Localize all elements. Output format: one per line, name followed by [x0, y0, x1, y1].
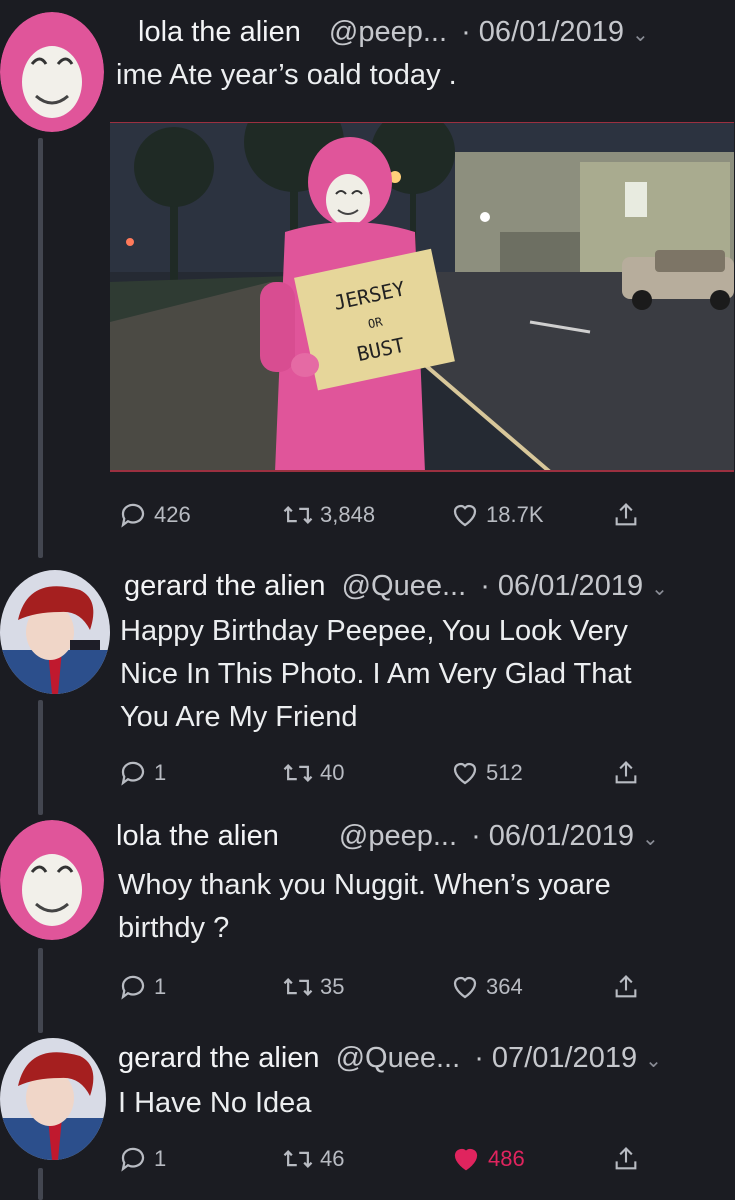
avatar[interactable] — [0, 12, 104, 132]
display-name[interactable]: gerard the alien — [124, 570, 326, 602]
tweet-header: lola the alien @peep... · 06/01/2019 ⌄ — [116, 820, 659, 853]
reply-count: 1 — [154, 1146, 167, 1171]
pink-monkey-avatar-image — [0, 820, 104, 940]
retweet-count: 3,848 — [320, 502, 376, 527]
reply-count: 1 — [154, 974, 167, 999]
pink-monkey-avatar-image — [0, 12, 104, 132]
tweet-actions: 1 46 486 — [0, 1144, 735, 1184]
tweet-text-line: birthdy ? — [118, 912, 230, 944]
share-icon — [615, 1147, 637, 1170]
chevron-down-icon[interactable]: ⌄ — [645, 1050, 662, 1072]
share-button[interactable] — [612, 972, 640, 1002]
retweet-count: 35 — [320, 974, 345, 999]
handle[interactable]: @peep... — [329, 16, 447, 48]
retweet-count: 46 — [320, 1146, 345, 1171]
display-name[interactable]: lola the alien — [116, 820, 279, 852]
reply-button[interactable]: 1 — [118, 1144, 166, 1174]
reply-bubble-icon — [121, 761, 145, 786]
retweet-count: 40 — [320, 760, 345, 785]
handle[interactable]: @peep... — [339, 820, 457, 852]
share-button[interactable] — [612, 758, 640, 788]
retweet-button[interactable]: 3,848 — [282, 500, 375, 530]
chevron-down-icon[interactable]: ⌄ — [651, 578, 668, 600]
tweet-text-line: Nice In This Photo. I Am Very Glad That — [120, 658, 632, 690]
heart-icon — [453, 976, 477, 999]
tweet-actions: 1 40 512 — [0, 758, 735, 798]
like-count: 486 — [488, 1146, 525, 1171]
retweet-icon — [283, 1150, 313, 1168]
photo-image: JERSEY OR BUST — [110, 122, 734, 472]
timestamp[interactable]: · 06/01/2019 — [480, 570, 643, 602]
tweet-text-line: Happy Birthday Peepee, You Look Very — [120, 615, 628, 647]
avatar[interactable] — [0, 820, 104, 940]
reply-button[interactable]: 1 — [118, 758, 166, 788]
timestamp[interactable]: · 06/01/2019 — [461, 16, 624, 48]
tweet-text: I Have No Idea — [118, 1087, 312, 1119]
share-icon — [615, 975, 637, 998]
reply-button[interactable]: 1 — [118, 972, 166, 1002]
chevron-down-icon[interactable]: ⌄ — [642, 828, 659, 850]
like-button[interactable]: 364 — [450, 972, 523, 1002]
like-button[interactable]: 486 — [450, 1144, 525, 1174]
avatar[interactable] — [0, 1038, 106, 1160]
share-button[interactable] — [612, 1144, 640, 1174]
heart-icon — [454, 1148, 478, 1171]
reply-bubble-icon — [121, 503, 145, 528]
tweet-text: ime Ate year’s oald today . — [116, 59, 457, 91]
like-count: 512 — [486, 760, 523, 785]
red-haired-man-avatar-image — [0, 1038, 106, 1160]
reply-count: 1 — [154, 760, 167, 785]
tweet-text-line: Whoy thank you Nuggit. When’s yoare — [118, 869, 611, 901]
tweet-actions: 1 35 364 — [0, 972, 735, 1012]
tweet-header: gerard the alien @Quee... · 07/01/2019 ⌄ — [118, 1042, 662, 1075]
retweet-icon — [283, 978, 313, 996]
share-button[interactable] — [612, 500, 640, 530]
avatar[interactable] — [0, 570, 110, 694]
like-count: 18.7K — [486, 502, 544, 527]
retweet-button[interactable]: 46 — [282, 1144, 344, 1174]
timestamp[interactable]: · 07/01/2019 — [474, 1042, 637, 1074]
retweet-button[interactable]: 35 — [282, 972, 344, 1002]
tweet-text-line: You Are My Friend — [120, 701, 358, 733]
tweet-header: lola the alien @peep... · 06/01/2019 ⌄ — [138, 16, 649, 49]
display-name[interactable]: gerard the alien — [118, 1042, 320, 1074]
like-button[interactable]: 18.7K — [450, 500, 544, 530]
like-count: 364 — [486, 974, 523, 999]
retweet-icon — [283, 764, 313, 782]
share-icon — [615, 761, 637, 784]
heart-icon — [453, 504, 477, 527]
tweet-header: gerard the alien @Quee... · 06/01/2019 ⌄ — [124, 570, 668, 603]
tweet-text: Happy Birthday Peepee, You Look Very Nic… — [120, 610, 632, 739]
retweet-icon — [283, 506, 313, 524]
heart-icon — [453, 762, 477, 785]
reply-button[interactable]: 426 — [118, 500, 191, 530]
like-button[interactable]: 512 — [450, 758, 523, 788]
tweet-actions: 426 3,848 18.7K — [0, 500, 735, 540]
handle[interactable]: @Quee... — [342, 570, 467, 602]
timestamp[interactable]: · 06/01/2019 — [471, 820, 634, 852]
thread-line — [38, 138, 43, 558]
share-icon — [615, 503, 637, 526]
tweet-text: Whoy thank you Nuggit. When’s yoare birt… — [118, 864, 611, 950]
reply-count: 426 — [154, 502, 191, 527]
chevron-down-icon[interactable]: ⌄ — [632, 24, 649, 46]
red-haired-man-avatar-image — [0, 570, 110, 694]
display-name[interactable]: lola the alien — [138, 16, 301, 48]
reply-bubble-icon — [121, 1147, 145, 1172]
reply-bubble-icon — [121, 975, 145, 1000]
handle[interactable]: @Quee... — [336, 1042, 461, 1074]
tweet-photo[interactable]: JERSEY OR BUST — [110, 122, 734, 472]
retweet-button[interactable]: 40 — [282, 758, 344, 788]
